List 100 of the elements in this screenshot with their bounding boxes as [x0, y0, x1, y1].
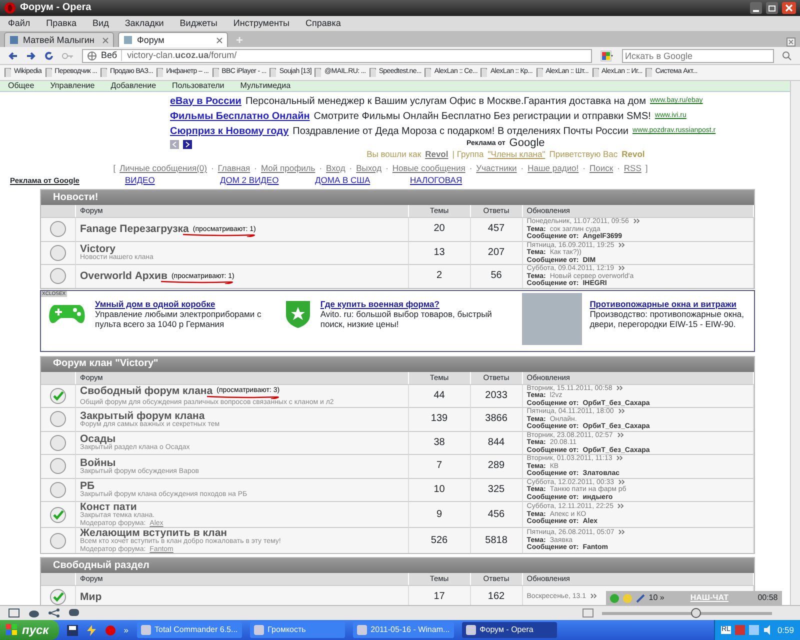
admin-link[interactable]: Общее — [8, 81, 34, 91]
browser-tab[interactable]: Матвей Малыгин — [4, 32, 114, 47]
go-arrow-icon[interactable] — [616, 432, 624, 438]
close-icon[interactable] — [782, 2, 796, 14]
menu-item[interactable]: Правка — [46, 18, 77, 29]
restore-icon[interactable] — [766, 2, 778, 14]
panel-icon[interactable] — [582, 608, 594, 618]
reload-icon[interactable] — [44, 50, 54, 60]
ad-title-link[interactable]: Фильмы Бесплатно Онлайн — [170, 110, 310, 122]
replies-count: 3866 — [485, 413, 508, 426]
forum-title-link[interactable]: РБ — [80, 481, 95, 491]
go-arrow-icon[interactable] — [617, 503, 624, 510]
nav-link[interactable]: Мой профиль — [261, 162, 316, 174]
photo-placeholder — [522, 292, 582, 344]
admin-link[interactable]: Управление — [50, 81, 95, 91]
nav-link[interactable]: Наше радио! — [528, 162, 579, 174]
forum-title-link[interactable]: Fanage Перезагрузка — [80, 224, 189, 234]
ad-link[interactable]: ДОМ 2 ВИДЕО — [220, 174, 315, 186]
scrollbar[interactable] — [790, 81, 800, 605]
ad-title-link[interactable]: Где купить военная форма? — [320, 298, 512, 309]
forum-title-link[interactable]: Overworld Архив — [80, 271, 168, 282]
ad-text: Производство: противопожарные окна, двери, перегородки EIW-15 - EIW-90. — [590, 308, 745, 330]
bracket-text: ] — [645, 162, 648, 174]
address-field[interactable]: Веб victory-clan.ucoz.ua/forum/ — [82, 48, 592, 62]
browser-tab[interactable]: Форум — [118, 32, 228, 47]
ad-link[interactable]: ДОМА В США — [315, 174, 410, 186]
nav-link[interactable]: Вход — [326, 162, 346, 174]
forum-title-link[interactable]: Осады — [80, 434, 116, 444]
admin-link[interactable]: Пользователи — [172, 81, 224, 91]
taskbar-button[interactable]: Форум - Opera — [462, 622, 557, 638]
ad-link[interactable]: НАЛОГОВАЯ — [410, 174, 505, 186]
topics-count: 44 — [434, 390, 445, 402]
more-button[interactable]: » — [124, 624, 128, 636]
google-icon[interactable] — [600, 50, 614, 62]
forum-title-link[interactable]: Свободный форум клана — [80, 386, 213, 396]
user-link[interactable]: Revol — [425, 149, 448, 160]
menu-item[interactable]: Вид — [92, 18, 109, 29]
admin-link[interactable]: Мультимедиа — [240, 81, 291, 91]
nav-link[interactable]: Выход — [356, 162, 382, 174]
nav-link[interactable]: Новые сообщения — [392, 162, 466, 174]
back-icon[interactable] — [8, 50, 18, 60]
bracket-text: [ — [113, 162, 116, 174]
go-arrow-icon[interactable] — [616, 455, 624, 461]
replies-count: 457 — [488, 223, 505, 236]
forum-title-link[interactable]: Конст пати — [80, 502, 137, 512]
go-arrow-icon[interactable] — [616, 384, 624, 390]
nav-link[interactable]: RSS — [624, 162, 642, 174]
menu-item[interactable]: Инструменты — [233, 18, 290, 29]
lightning-icon[interactable] — [86, 624, 97, 636]
previous-arrow-icon[interactable] — [170, 140, 179, 148]
ad-title-link[interactable]: Умный дом в одной коробке — [95, 298, 274, 309]
search-field[interactable]: Искать в Google — [622, 48, 774, 62]
floppy-icon[interactable] — [66, 624, 78, 636]
close-icon[interactable] — [216, 36, 223, 44]
forum-title-link[interactable]: Victory — [80, 244, 116, 254]
taskbar-button[interactable]: 2011-05-16 - Winam... — [352, 622, 454, 638]
nav-link[interactable]: Главная — [218, 162, 250, 174]
forum-title-link[interactable]: Желающим вступить в клан — [80, 528, 227, 538]
menu-item[interactable]: Закладки — [124, 18, 164, 29]
nav-link[interactable]: Личные сообщения(0) — [120, 162, 207, 174]
ad-title-link[interactable]: Противопожарные окна и витражи — [590, 298, 750, 309]
go-arrow-icon[interactable] — [618, 242, 626, 248]
nav-link[interactable]: Участники — [476, 162, 517, 174]
menu-item[interactable]: Файл — [8, 18, 30, 29]
go-arrow-icon[interactable] — [632, 218, 640, 224]
ad-title-link[interactable]: Сюрприз к Новому году — [170, 126, 289, 138]
separator-text: · — [520, 162, 524, 174]
forum-title-link[interactable]: Войны — [80, 458, 116, 468]
panel-icon[interactable] — [8, 608, 20, 618]
menu-item[interactable]: Виджеты — [180, 18, 218, 29]
ad-link[interactable]: ВИДЕО — [125, 174, 220, 186]
next-arrow-icon[interactable] — [183, 140, 192, 148]
menu-item[interactable]: Справка — [306, 18, 341, 29]
slider-thumb[interactable] — [690, 608, 700, 618]
forum-title-link[interactable]: Закрытый форум клана — [80, 410, 205, 420]
start-button[interactable]: пуск — [0, 620, 59, 640]
go-arrow-icon[interactable] — [618, 529, 626, 536]
separator-text: · — [582, 162, 586, 174]
admin-link[interactable]: Добавление — [110, 81, 156, 91]
nav-link[interactable]: Поиск — [590, 162, 614, 174]
share-icon[interactable] — [48, 608, 60, 618]
greeting-text: Приветствую Вас — [549, 149, 618, 160]
address-label: Веб — [101, 50, 118, 61]
url-text: victory-clan.ucoz.ua/forum/ — [121, 50, 237, 61]
topics-count: 38 — [434, 436, 445, 449]
go-arrow-icon[interactable] — [618, 478, 625, 484]
taskbar-button[interactable]: Total Commander 6.5... — [136, 622, 242, 638]
taskbar-button[interactable]: Громкость — [250, 622, 345, 638]
username-text: Revol — [622, 149, 645, 160]
close-icon[interactable] — [102, 36, 109, 44]
ad-title-link[interactable]: eBay в России — [170, 96, 242, 108]
search-icon[interactable] — [782, 50, 792, 60]
separator-text: · — [349, 162, 352, 174]
go-arrow-icon[interactable] — [618, 408, 625, 414]
minimize-icon[interactable] — [750, 2, 762, 14]
forum-title-link[interactable]: Мир — [80, 592, 102, 602]
app-icon — [140, 625, 150, 635]
go-arrow-icon[interactable] — [618, 265, 625, 271]
go-arrow-icon[interactable] — [590, 593, 597, 600]
forward-icon[interactable] — [26, 50, 36, 60]
